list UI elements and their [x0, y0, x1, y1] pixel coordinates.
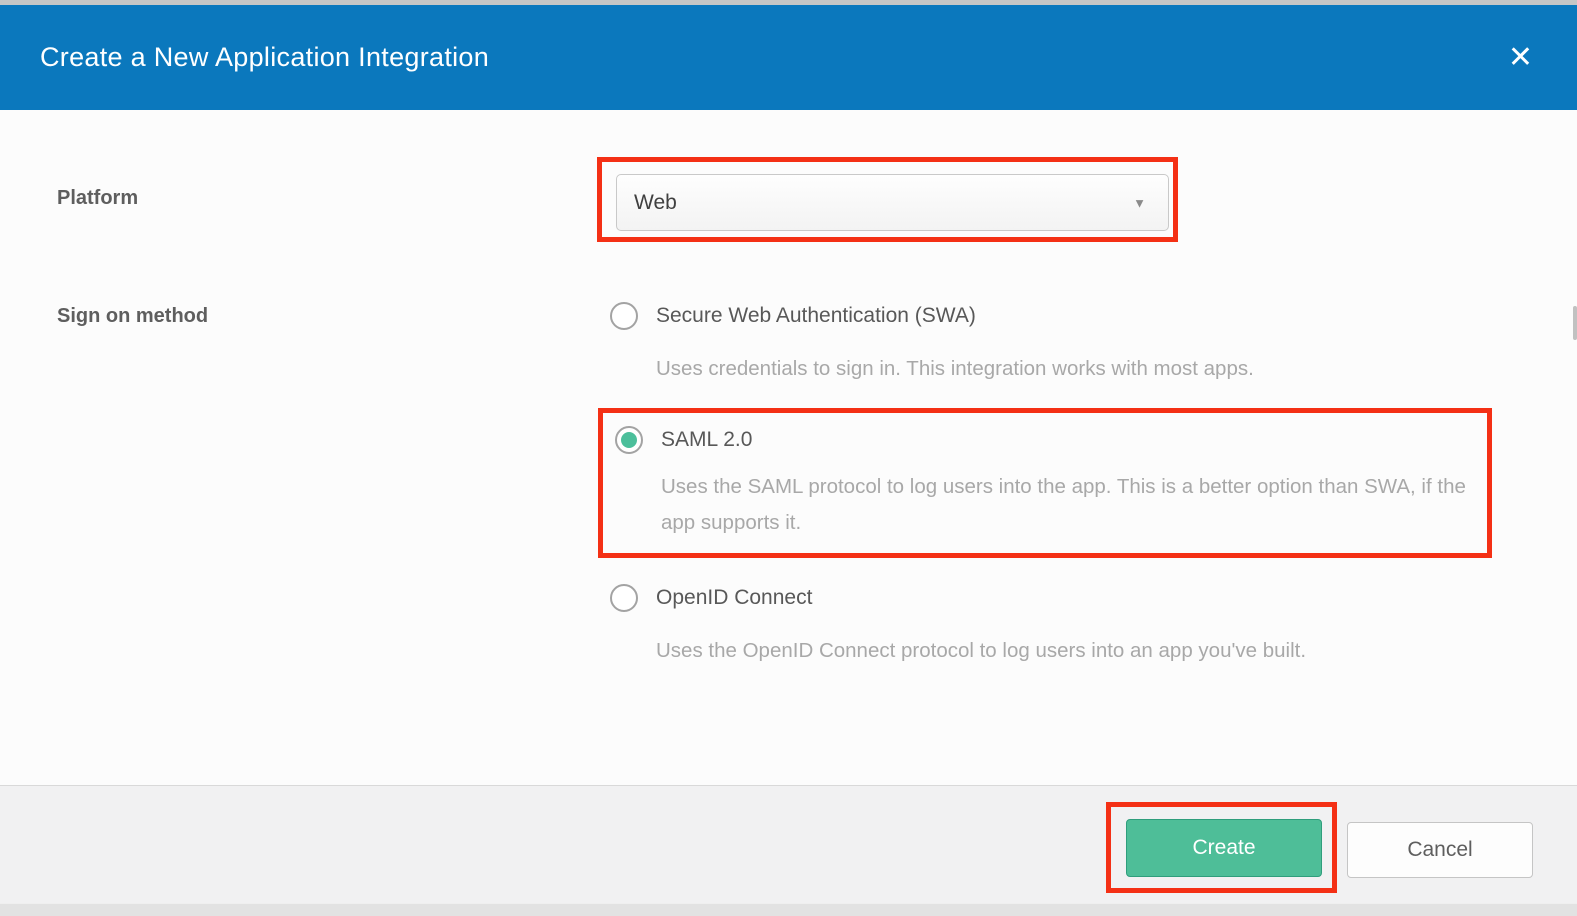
radio-button-openid[interactable] [610, 584, 638, 612]
platform-dropdown-value: Web [634, 191, 677, 215]
option-label-saml: SAML 2.0 [661, 428, 752, 452]
platform-label: Platform [57, 187, 138, 210]
radio-option-openid[interactable]: OpenID Connect Uses the OpenID Connect p… [610, 584, 1306, 669]
option-description-openid: Uses the OpenID Connect protocol to log … [656, 633, 1306, 669]
option-label-openid: OpenID Connect [656, 586, 812, 610]
annotation-box-create: Create [1106, 802, 1337, 893]
screen: Create a New Application Integration ✕ P… [0, 0, 1577, 916]
annotation-box-saml: SAML 2.0 Uses the SAML protocol to log u… [598, 408, 1492, 558]
cancel-button[interactable]: Cancel [1347, 822, 1533, 878]
annotation-box-platform: Web ▼ [597, 157, 1178, 242]
background-page-bottom-edge [0, 903, 1577, 916]
radio-button-saml-selected[interactable] [615, 426, 643, 454]
option-description-saml: Uses the SAML protocol to log users into… [661, 469, 1486, 541]
sign-on-method-label: Sign on method [57, 305, 208, 328]
radio-button-swa[interactable] [610, 302, 638, 330]
platform-dropdown[interactable]: Web ▼ [616, 174, 1169, 231]
create-button[interactable]: Create [1126, 819, 1322, 877]
option-label-swa: Secure Web Authentication (SWA) [656, 304, 976, 328]
radio-option-saml[interactable]: SAML 2.0 Uses the SAML protocol to log u… [615, 426, 1486, 541]
chevron-down-icon: ▼ [1133, 196, 1146, 209]
radio-option-swa[interactable]: Secure Web Authentication (SWA) Uses cre… [610, 302, 1254, 387]
modal-header: Create a New Application Integration ✕ [0, 5, 1577, 110]
scrollbar-thumb[interactable] [1573, 306, 1577, 340]
modal-footer: Create Cancel [0, 785, 1577, 903]
modal-title: Create a New Application Integration [40, 42, 489, 73]
option-description-swa: Uses credentials to sign in. This integr… [656, 351, 1254, 387]
modal-body: Platform Web ▼ Sign on method Secure Web… [0, 110, 1577, 785]
close-icon[interactable]: ✕ [1508, 43, 1533, 73]
